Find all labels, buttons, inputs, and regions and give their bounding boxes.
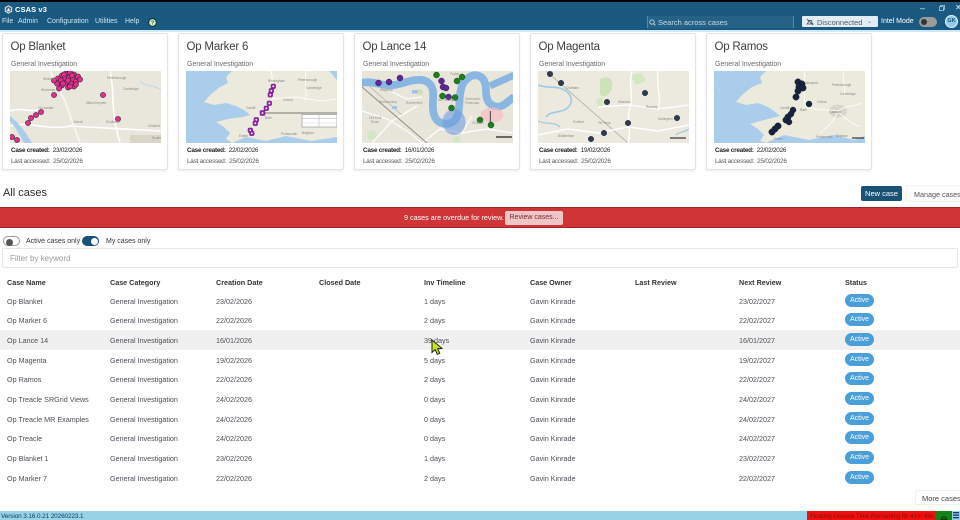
svg-text:St Albans: St Albans — [106, 120, 120, 124]
svg-text:Cambridge: Cambridge — [306, 86, 322, 90]
svg-text:Purfleet: Purfleet — [573, 120, 584, 124]
svg-text:Peterborough: Peterborough — [832, 83, 852, 87]
svg-text:Peterborough: Peterborough — [298, 78, 318, 82]
svg-text:Birmingham: Birmingham — [268, 79, 285, 83]
svg-text:Bath: Bath — [265, 116, 272, 120]
svg-text:Worcester: Worcester — [41, 88, 56, 92]
svg-text:Exeter: Exeter — [239, 134, 249, 138]
svg-text:Oxford: Oxford — [73, 120, 83, 124]
svg-text:Oxford: Oxford — [817, 100, 827, 104]
svg-text:Ramsey: Ramsey — [646, 105, 658, 109]
svg-text:Tel Terys: Tel Terys — [598, 121, 611, 125]
svg-text:Darlington: Darlington — [658, 117, 673, 121]
svg-text:Southe: Southe — [152, 136, 161, 140]
svg-text:Milton Keynes: Milton Keynes — [86, 101, 106, 105]
svg-text:Peterborough: Peterborough — [107, 76, 127, 80]
svg-text:Bermondsey: Bermondsey — [379, 100, 397, 104]
svg-text:Exeter: Exeter — [774, 137, 784, 141]
svg-text:Rotherhithe: Rotherhithe — [406, 101, 423, 105]
svg-text:Wickford: Wickford — [618, 100, 631, 104]
svg-text:Cambridge: Cambridge — [840, 92, 856, 96]
svg-text:Bath: Bath — [800, 108, 807, 112]
svg-text:Oxford: Oxford — [283, 98, 293, 102]
svg-text:Brighton: Brighton — [836, 134, 848, 138]
svg-text:Peninsula: Peninsula — [465, 101, 479, 105]
svg-text:London: London — [830, 110, 841, 114]
svg-text:Chelmsf: Chelmsf — [148, 124, 160, 128]
svg-text:Biddenham: Biddenham — [558, 134, 574, 138]
svg-text:Cambridge: Cambridge — [123, 87, 139, 91]
svg-text:Road: Road — [371, 120, 379, 124]
svg-text:Wapping: Wapping — [380, 88, 393, 92]
svg-text:Isle of Dogs: Isle of Dogs — [438, 98, 455, 102]
svg-text:Chatham: Chatham — [566, 86, 579, 90]
svg-text:Newport: Newport — [806, 81, 818, 85]
svg-text:Brighton: Brighton — [302, 131, 314, 135]
svg-text:Wolverha: Wolverha — [43, 77, 57, 81]
svg-text:Cardiff: Cardiff — [780, 106, 789, 110]
svg-text:Portsmouth: Portsmouth — [281, 132, 298, 136]
svg-text:Cardiff: Cardiff — [246, 106, 255, 110]
svg-text:Poplar: Poplar — [450, 72, 460, 76]
svg-text:Gloucester: Gloucester — [38, 106, 54, 110]
svg-text:Portsmouth: Portsmouth — [816, 135, 833, 139]
svg-text:Charlton: Charlton — [472, 121, 484, 125]
